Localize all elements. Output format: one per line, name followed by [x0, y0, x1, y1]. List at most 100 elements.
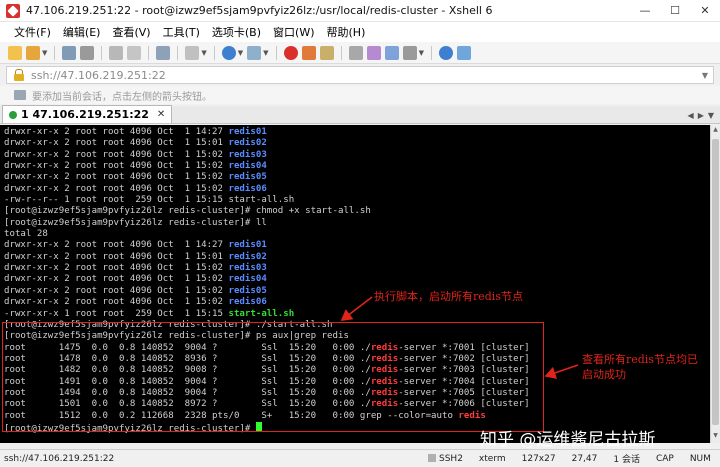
script-icon[interactable]	[366, 45, 381, 60]
keyboard-icon[interactable]	[348, 45, 363, 60]
toolbar-divider	[340, 45, 342, 60]
terminal-line: drwxr-xr-x 2 root root 4096 Oct 1 15:02 …	[4, 150, 706, 161]
terminal-text: drwxr-xr-x 2 root root 4096 Oct 1 15:01	[4, 251, 229, 262]
address-input[interactable]: ssh://47.106.219.251:22	[31, 69, 166, 82]
tab-list-icon[interactable]: ▼	[708, 111, 714, 120]
menu-view[interactable]: 查看(V)	[106, 24, 156, 40]
globe-icon[interactable]	[221, 45, 236, 60]
tab-close-icon[interactable]: ✕	[157, 109, 165, 120]
toolbar: ▼ ▼ ▼ ▼ ▼	[0, 42, 720, 64]
session-hint-icon[interactable]	[14, 90, 26, 100]
menu-window[interactable]: 窗口(W)	[267, 24, 320, 40]
terminal-text: drwxr-xr-x 2 root root 4096 Oct 1 15:01	[4, 138, 229, 149]
menu-tools[interactable]: 工具(T)	[157, 24, 206, 40]
connected-status-icon	[9, 110, 17, 119]
terminal-line: [root@izwz9ef5sjam9pvfyiz26lz redis-clus…	[4, 206, 706, 217]
window-controls: — ☐ ✕	[630, 0, 720, 22]
new-session-icon[interactable]	[8, 45, 22, 60]
close-button[interactable]: ✕	[690, 0, 720, 22]
terminal-text: drwxr-xr-x 2 root root 4096 Oct 1 15:02	[4, 161, 229, 172]
chevron-down-icon[interactable]: ▼	[238, 49, 243, 57]
window-title: 47.106.219.251:22 - root@izwz9ef5sjam9pv…	[26, 4, 493, 17]
terminal-scrollbar[interactable]: ▲ ▼	[710, 125, 720, 443]
terminal-line: drwxr-xr-x 2 root root 4096 Oct 1 15:02 …	[4, 161, 706, 172]
tab-bar: 1 47.106.219.251:22 ✕ ◀ ▶ ▼	[0, 105, 720, 124]
tab-navigation: ◀ ▶ ▼	[688, 111, 720, 123]
toolbar-divider	[213, 45, 215, 60]
terminal-text: redis03	[228, 149, 267, 160]
layout-icon[interactable]	[402, 45, 417, 60]
copy-icon[interactable]	[109, 45, 124, 60]
terminal-text: redis06	[228, 297, 267, 308]
lock-icon[interactable]	[319, 45, 334, 60]
menu-edit[interactable]: 编辑(E)	[57, 24, 107, 40]
xftp-icon[interactable]	[283, 45, 298, 60]
terminal-line: -rwxr-xr-x 1 root root 259 Oct 1 15:15 s…	[4, 309, 706, 320]
terminal-text: redis06	[228, 183, 267, 194]
toolbar-divider	[101, 45, 103, 60]
terminal-line: -rw-r--r-- 1 root root 259 Oct 1 15:15 s…	[4, 195, 706, 206]
terminal-text: redis03	[228, 263, 267, 274]
terminal-line: drwxr-xr-x 2 root root 4096 Oct 1 15:02 …	[4, 172, 706, 183]
terminal-text: -rw-r--r-- 1 root root 259 Oct 1 15:15 s…	[4, 195, 295, 206]
terminal-line: drwxr-xr-x 2 root root 4096 Oct 1 14:27 …	[4, 127, 706, 138]
disconnect-icon[interactable]	[80, 45, 95, 60]
fullscreen-icon[interactable]	[185, 45, 200, 60]
chevron-down-icon[interactable]: ▼	[42, 49, 47, 57]
find-icon[interactable]	[156, 45, 171, 60]
terminal-line: [root@izwz9ef5sjam9pvfyiz26lz redis-clus…	[4, 218, 706, 229]
chevron-down-icon[interactable]: ▼	[263, 49, 268, 57]
toolbar-divider	[54, 45, 56, 60]
open-folder-icon[interactable]	[26, 45, 40, 60]
terminal-line: drwxr-xr-x 2 root root 4096 Oct 1 15:02 …	[4, 297, 706, 308]
title-bar: 47.106.219.251:22 - root@izwz9ef5sjam9pv…	[0, 0, 720, 22]
status-terminal-type: xterm	[478, 453, 506, 464]
status-num: NUM	[689, 453, 711, 464]
terminal-text: redis04	[228, 274, 267, 285]
hint-text: 要添加当前会话，点击左侧的箭头按钮。	[32, 91, 212, 103]
menu-file[interactable]: 文件(F)	[8, 24, 57, 40]
chevron-down-icon[interactable]: ▼	[201, 49, 206, 57]
highlight-box	[2, 322, 544, 432]
terminal-line: drwxr-xr-x 2 root root 4096 Oct 1 15:02 …	[4, 274, 706, 285]
chevron-down-icon[interactable]: ▼	[419, 49, 424, 57]
chat-icon[interactable]	[456, 45, 471, 60]
status-address: ssh://47.106.219.251:22	[4, 453, 115, 464]
address-bar[interactable]: ssh://47.106.219.251:22 ▼	[6, 66, 714, 84]
hint-bar: 要添加当前会话，点击左侧的箭头按钮。	[0, 86, 720, 104]
terminal-text: drwxr-xr-x 2 root root 4096 Oct 1 15:02	[4, 297, 229, 308]
terminal-text: drwxr-xr-x 2 root root 4096 Oct 1 15:02	[4, 285, 229, 296]
tab-prev-icon[interactable]: ◀	[688, 111, 694, 120]
toolbar-divider	[148, 45, 150, 60]
paste-icon[interactable]	[127, 45, 142, 60]
chevron-down-icon[interactable]: ▼	[702, 71, 708, 80]
scroll-up-icon[interactable]: ▲	[711, 126, 720, 136]
terminal-line: total 28	[4, 229, 706, 240]
terminal-text: drwxr-xr-x 2 root root 4096 Oct 1 15:02	[4, 183, 229, 194]
terminal-line: drwxr-xr-x 2 root root 4096 Oct 1 15:02 …	[4, 184, 706, 195]
maximize-button[interactable]: ☐	[660, 0, 690, 22]
toolbar-divider	[177, 45, 179, 60]
menu-tab[interactable]: 选项卡(B)	[206, 24, 267, 40]
help-icon[interactable]	[438, 45, 453, 60]
link-icon[interactable]	[62, 45, 77, 60]
terminal-line: drwxr-xr-x 2 root root 4096 Oct 1 14:27 …	[4, 240, 706, 251]
scroll-down-icon[interactable]: ▼	[711, 432, 720, 442]
transfer-icon[interactable]	[301, 45, 316, 60]
compose-icon[interactable]	[384, 45, 399, 60]
font-icon[interactable]	[247, 45, 262, 60]
terminal-text: redis01	[228, 127, 267, 137]
terminal-text: redis02	[228, 138, 267, 149]
terminal-text: [root@izwz9ef5sjam9pvfyiz26lz redis-clus…	[4, 206, 371, 217]
minimize-button[interactable]: —	[630, 0, 660, 22]
menu-help[interactable]: 帮助(H)	[321, 24, 372, 40]
terminal-text: drwxr-xr-x 2 root root 4096 Oct 1 14:27	[4, 240, 229, 251]
tab-next-icon[interactable]: ▶	[698, 111, 704, 120]
status-sessions: 1 会话	[613, 455, 640, 465]
terminal-text: drwxr-xr-x 2 root root 4096 Oct 1 15:02	[4, 149, 229, 160]
tab-session-1[interactable]: 1 47.106.219.251:22 ✕	[2, 105, 173, 123]
status-protocol: SSH2	[420, 453, 471, 464]
xshell-app-icon	[6, 3, 20, 18]
scrollbar-thumb[interactable]	[712, 139, 719, 425]
terminal-text: drwxr-xr-x 2 root root 4096 Oct 1 14:27	[4, 127, 229, 137]
